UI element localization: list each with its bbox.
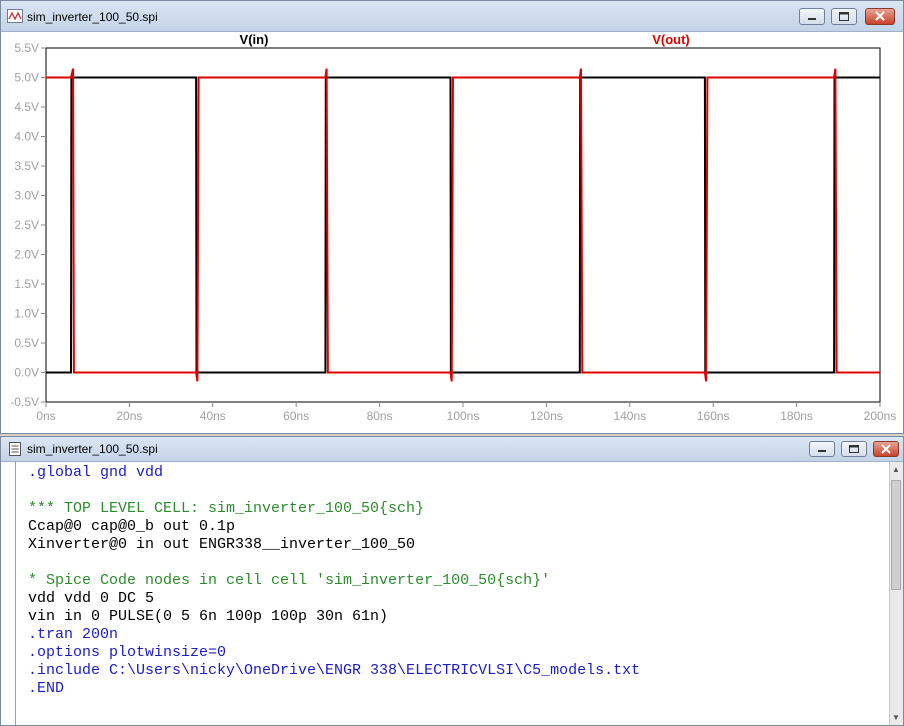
netlist-titlebar[interactable]: sim_inverter_100_50.spi (1, 437, 903, 462)
x-tick-label: 0ns (36, 409, 55, 423)
waveform-window-title: sim_inverter_100_50.spi (27, 10, 158, 24)
x-tick-label: 180ns (780, 409, 813, 423)
minimize-icon (808, 18, 816, 20)
netlist-line[interactable]: vdd vdd 0 DC 5 (28, 590, 154, 608)
series-label: V(in) (240, 32, 269, 47)
minimize-button[interactable] (799, 8, 825, 25)
y-tick-label: 2.5V (14, 218, 39, 232)
x-tick-label: 200ns (864, 409, 897, 423)
y-tick-label: -0.5V (10, 395, 39, 409)
x-tick-label: 160ns (697, 409, 730, 423)
netlist-line[interactable]: .include C:\Users\nicky\OneDrive\ENGR 33… (28, 662, 640, 680)
y-tick-label: 3.5V (14, 159, 39, 173)
waveform-window: sim_inverter_100_50.spi 0ns 20ns 40ns 60ns 8… (0, 0, 904, 434)
scrollbar-thumb[interactable] (891, 480, 901, 590)
y-tick-label: 0.0V (14, 366, 39, 380)
y-tick-label: 0.5V (14, 336, 39, 350)
waveform-plot-area[interactable]: 0ns 20ns 40ns 60ns 80ns 100ns 120ns 140ns 160ns 1… (1, 32, 903, 433)
netlist-line[interactable]: Ccap@0 cap@0_b out 0.1p (28, 518, 235, 536)
netlist-window-title: sim_inverter_100_50.spi (27, 442, 158, 456)
y-tick-label: 5.5V (14, 41, 39, 55)
x-tick-label: 20ns (116, 409, 142, 423)
netlist-line[interactable]: .END (28, 680, 64, 698)
maximize-button[interactable] (841, 441, 867, 457)
document-icon (9, 442, 21, 456)
series-label: V(out) (652, 32, 690, 47)
y-tick-label: 2.0V (14, 248, 39, 262)
y-tick-label: 4.0V (14, 130, 39, 144)
waveform-titlebar[interactable]: sim_inverter_100_50.spi (1, 1, 903, 32)
y-tick-label: 5.0V (14, 71, 39, 85)
y-tick-label: 1.5V (14, 277, 39, 291)
minimize-icon (818, 450, 826, 452)
x-tick-label: 60ns (283, 409, 309, 423)
close-button[interactable] (873, 441, 899, 457)
close-icon (881, 444, 891, 454)
netlist-line[interactable]: .global gnd vdd (28, 464, 163, 482)
netlist-window: sim_inverter_100_50.spi .global gnd vdd *… (0, 436, 904, 726)
scroll-up-icon[interactable]: ▲ (892, 465, 900, 474)
x-tick-label: 140ns (613, 409, 646, 423)
x-tick-label: 80ns (367, 409, 393, 423)
waveform-icon (7, 9, 23, 23)
netlist-line[interactable]: Xinverter@0 in out ENGR338__inverter_100… (28, 536, 415, 554)
netlist-line[interactable]: .tran 200n (28, 626, 118, 644)
maximize-icon (849, 445, 859, 453)
x-tick-label: 120ns (530, 409, 563, 423)
waveform-chart[interactable]: 0ns 20ns 40ns 60ns 80ns 100ns 120ns 140ns 160ns 1… (1, 32, 903, 433)
netlist-text-editor[interactable]: .global gnd vdd *** TOP LEVEL CELL: sim_i… (15, 462, 890, 725)
scroll-down-icon[interactable]: ▼ (892, 713, 900, 722)
minimize-button[interactable] (809, 441, 835, 457)
x-tick-label: 40ns (200, 409, 226, 423)
y-tick-label: 3.0V (14, 189, 39, 203)
y-tick-label: 4.5V (14, 100, 39, 114)
vertical-scrollbar[interactable]: ▲ ▼ (889, 462, 903, 725)
plot-frame (45, 47, 881, 403)
maximize-button[interactable] (831, 8, 857, 25)
netlist-line[interactable]: vin in 0 PULSE(0 5 6n 100p 100p 30n 61n) (28, 608, 388, 626)
close-icon (875, 11, 885, 21)
netlist-line[interactable]: *** TOP LEVEL CELL: sim_inverter_100_50{… (28, 500, 424, 518)
maximize-icon (839, 12, 849, 21)
netlist-line[interactable]: .options plotwinsize=0 (28, 644, 226, 662)
y-tick-label: 1.0V (14, 307, 39, 321)
x-tick-label: 100ns (447, 409, 480, 423)
close-button[interactable] (865, 8, 895, 25)
netlist-line[interactable]: * Spice Code nodes in cell cell 'sim_inv… (28, 572, 550, 590)
